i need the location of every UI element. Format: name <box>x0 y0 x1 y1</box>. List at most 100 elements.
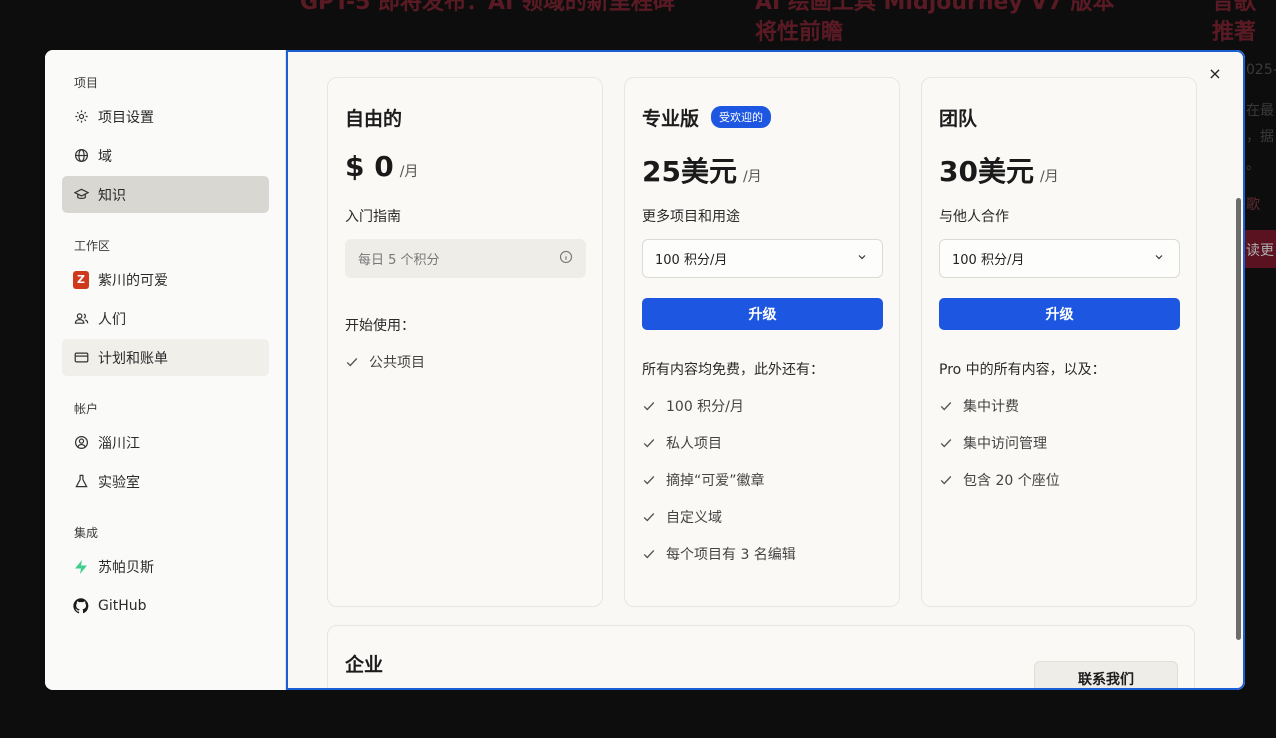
plan-title: 自由的 <box>345 107 403 130</box>
flask-icon <box>73 474 89 490</box>
credit-card-icon <box>73 350 89 366</box>
plan-title: 团队 <box>939 107 978 130</box>
price-period: /月 <box>742 169 762 185</box>
sidebar-item-label: 域 <box>98 148 112 165</box>
check-icon <box>642 547 656 561</box>
bg-headline-1: GPT-5 即将发布：AI 领域的新里程碑 <box>300 0 675 15</box>
bg-headline-3: 音歌推著 <box>1212 0 1257 45</box>
sidebar-item-label: 淄川江 <box>98 435 140 452</box>
sidebar-item-supabase[interactable]: 苏帕贝斯 <box>62 548 269 585</box>
check-icon <box>939 436 953 450</box>
plan-card-pro: 专业版 受欢迎的 25美元 /月 更多项目和用途 100 积分/月 升级 所有内… <box>624 77 900 607</box>
sidebar-item-label: 人们 <box>98 311 126 328</box>
people-icon <box>73 311 89 327</box>
check-icon <box>939 399 953 413</box>
feature-item: 公共项目 <box>345 352 586 372</box>
bg-text-4: 。 <box>1246 157 1260 173</box>
feature-item: 自定义域 <box>642 507 883 527</box>
upgrade-button[interactable]: 升级 <box>939 298 1180 330</box>
credits-select[interactable]: 100 积分/月 <box>642 239 883 278</box>
globe-icon <box>73 148 89 164</box>
sidebar-item-workspace[interactable]: Z 紫川的可爱 <box>62 261 269 298</box>
contact-us-button[interactable]: 联系我们 <box>1034 661 1178 688</box>
close-icon[interactable]: × <box>1205 64 1225 84</box>
sidebar-item-label: 项目设置 <box>98 109 154 126</box>
feature-item: 100 积分/月 <box>642 396 883 416</box>
credits-select-value: 100 积分/月 <box>655 253 728 268</box>
plan-card-enterprise: 企业 联系我们 <box>327 625 1195 688</box>
bg-text-2: 在最 <box>1246 103 1274 119</box>
feature-item: 私人项目 <box>642 433 883 453</box>
check-icon <box>642 399 656 413</box>
sidebar-item-labs[interactable]: 实验室 <box>62 463 269 500</box>
check-icon <box>939 473 953 487</box>
popular-badge: 受欢迎的 <box>711 106 772 128</box>
daily-credits-note: 每日 5 个积分 <box>345 239 586 278</box>
upgrade-button[interactable]: 升级 <box>642 298 883 330</box>
graduation-cap-icon <box>73 187 89 203</box>
user-circle-icon <box>73 435 89 451</box>
check-icon <box>642 436 656 450</box>
price-amount: $ 0 <box>345 150 394 183</box>
sidebar-item-knowledge[interactable]: 知识 <box>62 176 269 213</box>
bg-headline-2: AI 绘画工具 Midjourney V7 版本将性前瞻 <box>755 0 1115 45</box>
feature-item: 集中访问管理 <box>939 433 1180 453</box>
sidebar-item-label: 计划和账单 <box>98 350 168 367</box>
plan-cards: 自由的 $ 0 /月 入门指南 每日 5 个积分 开始使用： 公共项目 专业版 … <box>327 77 1197 607</box>
credits-select-value: 100 积分/月 <box>952 253 1025 268</box>
plan-title: 专业版 <box>642 107 700 130</box>
settings-modal: 项目 项目设置 域 知识 工作区 Z 紫川的可爱 人们 计划和账单 帐户 淄川江… <box>45 50 1245 690</box>
plan-card-team: 团队 30美元 /月 与他人合作 100 积分/月 升级 Pro 中的所有内容，… <box>921 77 1197 607</box>
section-title-integrations: 集成 <box>74 526 99 540</box>
info-icon[interactable] <box>559 250 573 268</box>
sidebar-item-label: 知识 <box>98 187 126 204</box>
feature-item: 包含 20 个座位 <box>939 470 1180 490</box>
price-amount: 25美元 <box>642 155 737 188</box>
feature-item: 集中计费 <box>939 396 1180 416</box>
section-title-project: 项目 <box>74 76 99 90</box>
credit-note-text: 每日 5 个积分 <box>358 253 440 268</box>
sidebar-item-label: 实验室 <box>98 474 140 491</box>
plan-description: 更多项目和用途 <box>642 209 740 225</box>
chevron-down-icon <box>856 251 868 267</box>
bg-text-1: 025- <box>1246 62 1276 78</box>
settings-sidebar: 项目 项目设置 域 知识 工作区 Z 紫川的可爱 人们 计划和账单 帐户 淄川江… <box>45 50 286 690</box>
supabase-icon <box>73 559 89 575</box>
section-title-workspace: 工作区 <box>74 239 111 253</box>
list-heading: 开始使用： <box>345 318 415 334</box>
list-heading: Pro 中的所有内容，以及： <box>939 362 1106 378</box>
plan-title-row: 专业版 受欢迎的 <box>642 104 883 130</box>
scrollbar[interactable] <box>1236 198 1241 640</box>
feature-item: 每个项目有 3 名编辑 <box>642 544 883 564</box>
sidebar-item-domain[interactable]: 域 <box>62 137 269 174</box>
plan-description: 入门指南 <box>345 209 401 225</box>
sidebar-item-people[interactable]: 人们 <box>62 300 269 337</box>
check-icon <box>642 473 656 487</box>
chevron-down-icon <box>1153 251 1165 267</box>
bg-read-more-button: 读更 <box>1244 230 1276 268</box>
plan-price: $ 0 /月 <box>345 150 586 186</box>
plan-price: 25美元 /月 <box>642 150 883 188</box>
sidebar-item-plans-billing[interactable]: 计划和账单 <box>62 339 269 376</box>
price-amount: 30美元 <box>939 155 1034 188</box>
price-period: /月 <box>1039 169 1059 185</box>
sidebar-item-github[interactable]: GitHub <box>62 587 269 624</box>
feature-item: 摘掉“可爱”徽章 <box>642 470 883 490</box>
plan-card-free: 自由的 $ 0 /月 入门指南 每日 5 个积分 开始使用： 公共项目 <box>327 77 603 607</box>
sidebar-item-label: 紫川的可爱 <box>98 272 168 289</box>
sidebar-item-user[interactable]: 淄川江 <box>62 424 269 461</box>
bg-text-3: ，据 <box>1246 129 1274 145</box>
gear-icon <box>73 109 89 125</box>
github-icon <box>73 597 89 614</box>
check-icon <box>345 355 359 369</box>
plan-price: 30美元 /月 <box>939 150 1180 188</box>
sidebar-item-project-settings[interactable]: 项目设置 <box>62 98 269 135</box>
section-title-account: 帐户 <box>74 402 99 416</box>
credits-select[interactable]: 100 积分/月 <box>939 239 1180 278</box>
workspace-z-badge: Z <box>73 270 89 289</box>
price-period: /月 <box>399 164 419 180</box>
plan-description: 与他人合作 <box>939 209 1009 225</box>
check-icon <box>642 510 656 524</box>
sidebar-item-label: GitHub <box>98 597 147 614</box>
sidebar-item-label: 苏帕贝斯 <box>98 559 154 576</box>
